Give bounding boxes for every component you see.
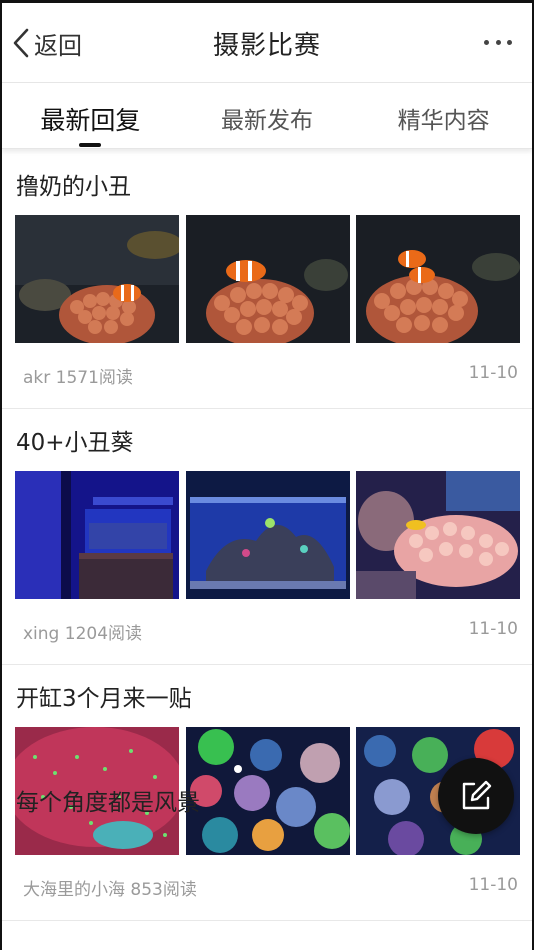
coral-reef-photo[interactable] bbox=[185, 727, 350, 855]
post-images bbox=[15, 471, 520, 599]
post-item[interactable]: 撸奶的小丑 akr 1571阅读 11-10 bbox=[2, 153, 532, 409]
clownfish-anemone-photo[interactable] bbox=[185, 215, 350, 343]
post-meta: 大海里的小海 853阅读 bbox=[23, 875, 197, 900]
post-author: xing bbox=[23, 624, 60, 644]
post-title[interactable]: 每个角度都是风景 bbox=[16, 783, 200, 817]
post-author: akr bbox=[23, 368, 51, 388]
app-screen: 返回 摄影比赛 最新回复 最新发布 精华内容 撸奶的小丑 akr 1571阅读 … bbox=[0, 0, 534, 950]
page-title: 摄影比赛 bbox=[212, 31, 321, 61]
anemone-closeup-photo[interactable] bbox=[356, 471, 520, 599]
clownfish-anemone-photo[interactable] bbox=[356, 215, 520, 343]
post-reads: 1204阅读 bbox=[64, 624, 143, 644]
tab-latest-reply[interactable]: 最新回复 bbox=[2, 83, 179, 148]
post-date: 11-10 bbox=[468, 363, 518, 383]
compose-button[interactable] bbox=[438, 758, 514, 834]
tab-bar: 最新回复 最新发布 精华内容 bbox=[2, 83, 532, 149]
clownfish-anemone-photo[interactable] bbox=[15, 215, 179, 343]
compose-icon bbox=[462, 780, 492, 810]
aquarium-tank-photo[interactable] bbox=[15, 471, 179, 599]
post-reads: 1571阅读 bbox=[55, 368, 133, 388]
post-date: 11-10 bbox=[468, 875, 518, 895]
nav-bar: 返回 摄影比赛 bbox=[2, 3, 532, 83]
post-title[interactable]: 40+小丑葵 bbox=[16, 423, 134, 457]
post-meta: akr 1571阅读 bbox=[23, 363, 133, 388]
post-title[interactable]: 撸奶的小丑 bbox=[16, 167, 131, 201]
post-item[interactable]: 40+小丑葵 xing 1204阅读 11-10 bbox=[2, 409, 532, 665]
post-meta: xing 1204阅读 bbox=[23, 619, 142, 644]
post-images bbox=[15, 215, 520, 343]
tab-featured[interactable]: 精华内容 bbox=[355, 83, 532, 148]
post-reads: 853阅读 bbox=[130, 880, 197, 900]
post-author: 大海里的小海 bbox=[23, 880, 125, 900]
more-dots-icon[interactable] bbox=[484, 37, 512, 47]
tab-latest-post[interactable]: 最新发布 bbox=[179, 83, 356, 148]
post-title[interactable]: 开缸3个月来一贴 bbox=[16, 679, 192, 713]
aquarium-tank-photo[interactable] bbox=[185, 471, 350, 599]
post-date: 11-10 bbox=[468, 619, 518, 639]
